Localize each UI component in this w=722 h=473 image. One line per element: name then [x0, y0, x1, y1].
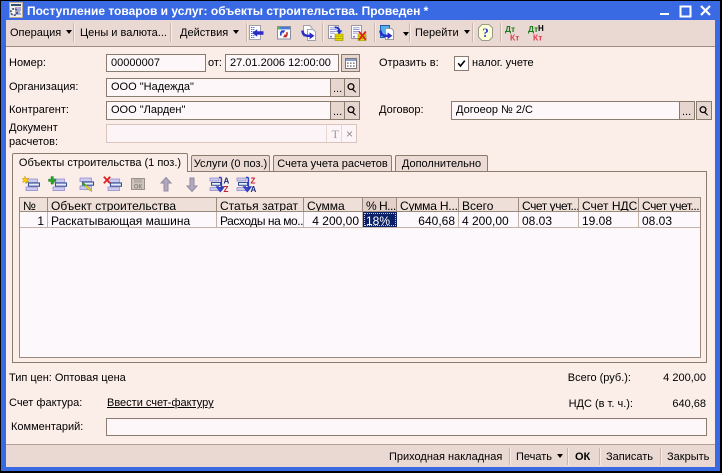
svg-text:Кт: Кт: [510, 33, 519, 43]
svg-text:Z: Z: [224, 185, 229, 193]
svg-text:?: ?: [482, 25, 489, 40]
svg-text:Кт: Кт: [533, 33, 542, 43]
svg-text:A: A: [251, 185, 257, 193]
svg-text:ОК: ОК: [134, 185, 143, 191]
